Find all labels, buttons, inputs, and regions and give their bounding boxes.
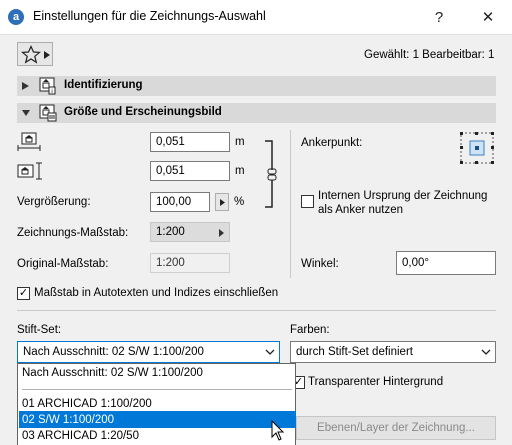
- divider: [17, 310, 496, 311]
- favorites-button[interactable]: [17, 42, 53, 66]
- dropdown-separator: [22, 389, 292, 390]
- close-button[interactable]: ✕: [477, 6, 499, 28]
- colors-label: Farben:: [290, 324, 330, 336]
- svg-text:i: i: [51, 89, 52, 95]
- dropdown-option[interactable]: 03 ARCHICAD 1:20/50: [19, 427, 296, 444]
- pen-set-dropdown: Nach Ausschnitt: 02 S/W 1:100/200 01 ARC…: [17, 363, 296, 445]
- magnification-menu-button[interactable]: [215, 193, 229, 211]
- dropdown-option-selected[interactable]: 02 S/W 1:100/200: [19, 411, 296, 428]
- drawing-layers-button[interactable]: Ebenen/Layer der Zeichnung...: [296, 416, 496, 440]
- magnification-unit: %: [234, 196, 245, 208]
- anchor-label: Ankerpunkt:: [301, 137, 363, 149]
- angle-label: Winkel:: [301, 258, 339, 270]
- section-identification[interactable]: i Identifizierung: [17, 76, 496, 96]
- section-size-appearance[interactable]: Größe und Erscheinungsbild: [17, 103, 496, 123]
- title-separator: [0, 34, 512, 35]
- scale-autotext-label: Maßstab in Autotexten und Indizes einsch…: [34, 287, 279, 299]
- chevron-down-icon: [477, 342, 495, 362]
- drawing-scale-select[interactable]: 1:200: [150, 222, 230, 242]
- star-icon: [21, 45, 41, 64]
- original-scale-value: 1:200: [150, 253, 230, 273]
- use-origin-label-line2: als Anker nutzen: [318, 204, 404, 216]
- column-divider: [290, 130, 291, 278]
- dropdown-option[interactable]: 01 ARCHICAD 1:100/200: [19, 395, 296, 412]
- width-unit: m: [235, 136, 245, 148]
- transparent-bg-label: Transparenter Hintergrund: [308, 376, 444, 388]
- chevron-right-icon: [22, 82, 29, 90]
- height-input[interactable]: 0,051: [150, 161, 230, 181]
- use-origin-label-line1: Internen Ursprung der Zeichnung: [318, 190, 488, 202]
- use-origin-label: Internen Ursprung der Zeichnung als Anke…: [318, 189, 487, 217]
- selection-info: Gewählt: 1 Bearbeitbar: 1: [364, 49, 495, 61]
- mouse-cursor-icon: [271, 420, 285, 441]
- scale-autotext-checkbox[interactable]: ✓: [17, 287, 30, 300]
- use-origin-checkbox[interactable]: [301, 195, 314, 208]
- pen-set-select[interactable]: Nach Ausschnitt: 02 S/W 1:100/200: [17, 341, 280, 363]
- window-title: Einstellungen für die Zeichnungs-Auswahl: [33, 9, 266, 23]
- dropdown-option[interactable]: Nach Ausschnitt: 02 S/W 1:100/200: [19, 364, 296, 381]
- colors-select[interactable]: durch Stift-Set definiert: [290, 341, 496, 363]
- drawing-height-icon: [17, 162, 42, 180]
- help-button[interactable]: ?: [428, 6, 450, 28]
- chevron-right-icon: [219, 198, 225, 206]
- anchor-point-selector[interactable]: [460, 132, 494, 164]
- drawing-scale-label: Zeichnungs-Maßstab:: [17, 227, 129, 239]
- id-info-icon: i: [39, 77, 56, 95]
- section-identification-label: Identifizierung: [64, 79, 143, 91]
- chevron-down-icon: [22, 110, 30, 116]
- width-input[interactable]: 0,051: [150, 132, 230, 152]
- colors-value: durch Stift-Set definiert: [296, 346, 413, 358]
- angle-input[interactable]: 0,00°: [396, 251, 496, 275]
- chevron-down-icon: [261, 342, 279, 362]
- drawing-scale-value: 1:200: [156, 226, 185, 238]
- chevron-right-icon: [219, 229, 224, 237]
- pen-set-label: Stift-Set:: [17, 324, 62, 336]
- height-unit: m: [235, 165, 245, 177]
- magnification-label: Vergrößerung:: [17, 196, 91, 208]
- pen-set-value: Nach Ausschnitt: 02 S/W 1:100/200: [23, 346, 204, 358]
- size-appearance-icon: [39, 104, 57, 122]
- archicad-icon: a: [8, 9, 24, 25]
- magnification-input[interactable]: 100,00: [150, 192, 210, 212]
- drawing-width-icon: [17, 132, 41, 151]
- chevron-right-icon: [44, 51, 50, 59]
- section-size-label: Größe und Erscheinungsbild: [64, 106, 222, 118]
- checkmark-icon: ✓: [18, 287, 29, 299]
- original-scale-label: Original-Maßstab:: [17, 258, 109, 270]
- chain-link-icon[interactable]: [262, 140, 278, 208]
